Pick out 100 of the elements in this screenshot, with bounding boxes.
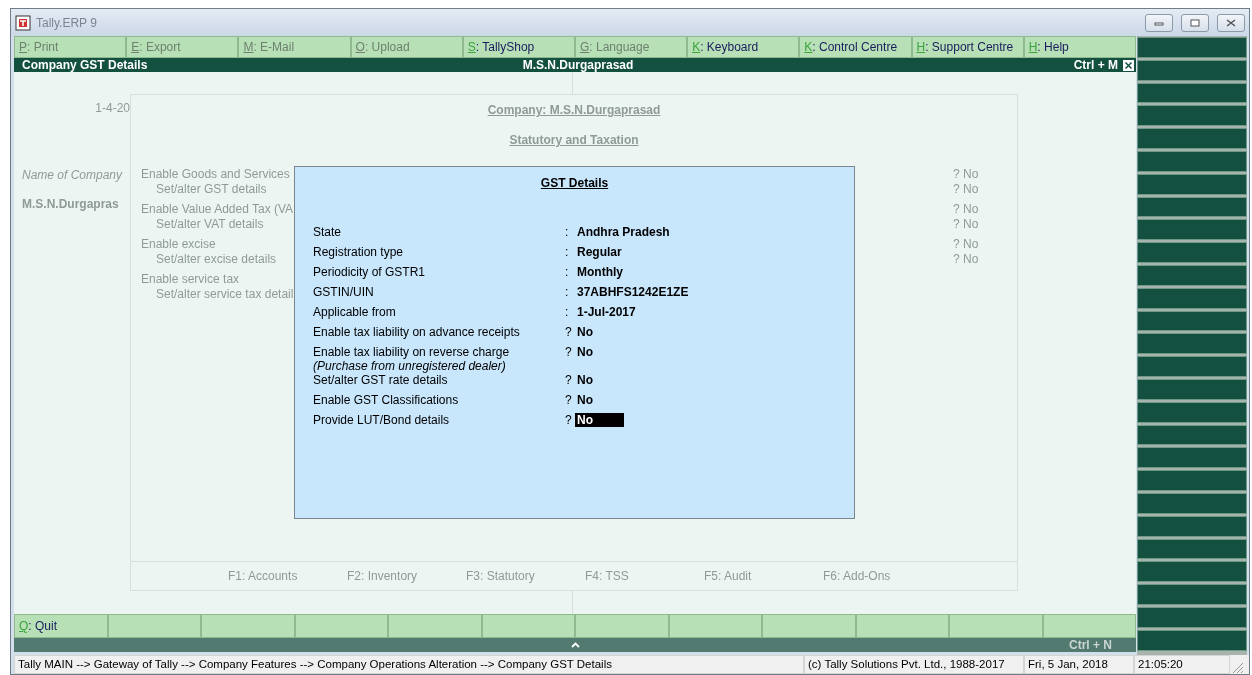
field-label: Periodicity of GSTR1 — [313, 265, 427, 279]
empty-button[interactable] — [1137, 128, 1247, 149]
field-label: Name of Company — [22, 168, 124, 182]
field-label: Enable tax liability on advance receipts — [313, 325, 521, 339]
minimize-button[interactable] — [1145, 13, 1173, 32]
field-label: GSTIN/UIN — [313, 285, 375, 299]
option-value: ? No — [953, 237, 979, 252]
close-icon[interactable] — [1123, 59, 1134, 71]
date-text: Fri, 5 Jan, 2018 — [1024, 655, 1134, 674]
option-label: Set/alter service tax detail — [156, 287, 294, 301]
option-label: Enable Value Added Tax (VA — [141, 202, 294, 216]
option-label: Enable Goods and Services — [141, 167, 290, 181]
window-title: Tally.ERP 9 — [36, 15, 97, 30]
empty-button[interactable] — [1137, 492, 1247, 514]
menu-button[interactable]: S: TallyShop — [462, 36, 575, 58]
shortcut-label: Ctrl + M — [1073, 58, 1118, 72]
empty-button[interactable] — [1137, 59, 1247, 81]
field-value[interactable]: 37ABHFS1242E1ZE — [575, 285, 691, 299]
option-label: Set/alter VAT details — [156, 217, 264, 231]
separator: ? — [565, 345, 573, 361]
empty-button[interactable] — [1137, 424, 1247, 446]
empty-button[interactable] — [1137, 378, 1247, 400]
empty-button[interactable] — [1137, 629, 1247, 651]
menu-button[interactable]: H: Help — [1023, 36, 1136, 58]
empty-button[interactable] — [1137, 333, 1247, 355]
empty-button[interactable] — [1137, 219, 1247, 241]
empty-button[interactable] — [1137, 584, 1247, 605]
empty-button[interactable] — [1137, 356, 1247, 377]
field-label: Enable GST Classifications — [313, 393, 460, 407]
option-label: Set/alter GST details — [156, 182, 267, 196]
menu-button[interactable]: K: Keyboard — [687, 36, 800, 58]
separator: ? — [565, 373, 573, 389]
field-label: Applicable from — [313, 305, 397, 319]
resize-grip-icon[interactable] — [1230, 660, 1244, 674]
field-label: Provide LUT/Bond details — [313, 413, 451, 427]
company-heading: Company: M.S.N.Durgaprasad — [487, 103, 661, 117]
separator: : — [565, 305, 570, 321]
chevron-up-icon[interactable] — [570, 642, 580, 648]
company-name: M.S.N.Durgapras — [22, 197, 120, 211]
field-label: State — [313, 225, 343, 239]
empty-button[interactable] — [1137, 173, 1247, 195]
menu-button[interactable]: H: Support Centre — [911, 36, 1024, 58]
separator: ? — [565, 325, 573, 341]
period-value: 1-4-20 — [94, 101, 130, 115]
option-value: ? No — [953, 182, 979, 197]
breadcrumb-path: Tally MAIN --> Gateway of Tally --> Company Features --> Company Operations Alteration --> Company GST Details — [14, 655, 804, 674]
option-value: ? No — [953, 202, 979, 217]
field-value[interactable]: No — [575, 373, 595, 387]
empty-button[interactable] — [1137, 242, 1247, 263]
field-value[interactable]: 1-Jul-2017 — [575, 305, 638, 319]
copyright-text: (c) Tally Solutions Pvt. Ltd., 1988-2017 — [804, 655, 1024, 674]
empty-button[interactable] — [1137, 401, 1247, 423]
empty-button[interactable] — [1137, 515, 1247, 537]
field-value[interactable]: No — [575, 325, 595, 339]
close-icon — [1226, 18, 1236, 27]
maximize-icon — [1190, 18, 1200, 27]
separator: : — [565, 245, 570, 261]
field-value[interactable]: No — [575, 345, 595, 359]
separator: : — [565, 285, 570, 301]
close-button[interactable] — [1217, 13, 1245, 32]
field-value[interactable]: Regular — [575, 245, 624, 259]
field-label: Enable tax liability on reverse charge — [313, 345, 511, 359]
empty-button[interactable] — [1137, 82, 1247, 104]
field-value[interactable]: No — [575, 393, 595, 407]
empty-button[interactable] — [1137, 561, 1247, 583]
menu-button[interactable]: K: Control Centre — [799, 36, 912, 58]
option-label: Enable service tax — [141, 272, 240, 286]
time-text: 21:05:20 — [1134, 655, 1230, 674]
field-label: Set/alter GST rate details — [313, 373, 449, 387]
empty-button[interactable] — [1137, 287, 1247, 309]
empty-button[interactable] — [1137, 151, 1247, 172]
company-name: M.S.N.Durgaprasad — [522, 58, 634, 72]
empty-button[interactable] — [1137, 196, 1247, 218]
separator: ? — [565, 393, 573, 409]
field-label: Registration type — [313, 245, 405, 259]
empty-button[interactable] — [1137, 447, 1247, 469]
field-value[interactable]: Monthly — [575, 265, 625, 279]
minimize-icon — [1154, 19, 1164, 26]
option-value: ? No — [953, 252, 979, 267]
dialog-title: GST Details — [539, 176, 610, 190]
empty-button[interactable] — [1137, 264, 1247, 286]
empty-button[interactable] — [1137, 105, 1247, 127]
separator: ? — [565, 413, 573, 429]
option-label: Enable excise — [141, 237, 216, 251]
screen-title: Company GST Details — [22, 58, 149, 72]
empty-button[interactable] — [1137, 470, 1247, 491]
section-heading: Statutory and Taxation — [509, 133, 639, 147]
field-value[interactable]: No — [575, 413, 624, 427]
field-note: (Purchase from unregistered dealer) — [313, 359, 507, 373]
empty-button[interactable] — [1137, 538, 1247, 560]
empty-button[interactable] — [1137, 606, 1247, 628]
quit-button[interactable]: Q: Quit — [14, 614, 108, 638]
separator: : — [565, 225, 570, 241]
field-value[interactable]: Andhra Pradesh — [575, 225, 672, 239]
empty-button[interactable] — [1137, 310, 1247, 332]
option-value: ? No — [953, 167, 979, 182]
maximize-button[interactable] — [1181, 13, 1209, 32]
separator: : — [565, 265, 570, 281]
option-value: ? No — [953, 217, 979, 232]
app-icon — [15, 14, 31, 31]
